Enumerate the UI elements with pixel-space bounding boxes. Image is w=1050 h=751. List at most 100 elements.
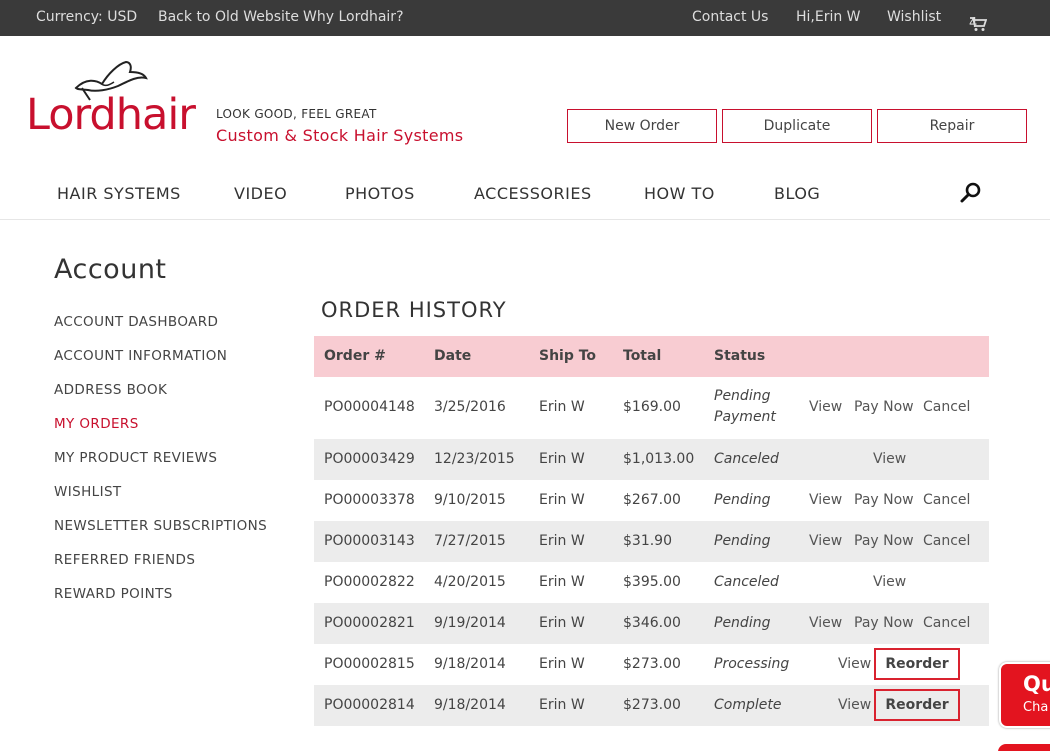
back-to-old-website-link[interactable]: Back to Old Website	[158, 9, 299, 25]
order-total: $273.00	[623, 697, 681, 713]
column-header-ship-to: Ship To	[539, 348, 597, 364]
account-greeting-link[interactable]: Hi,Erin W	[796, 9, 861, 25]
order-date: 9/18/2014	[434, 656, 506, 672]
reorder-button[interactable]: Reorder	[874, 689, 960, 721]
table-row: PO00002822 4/20/2015 Erin W $395.00 Canc…	[314, 562, 989, 603]
sidebar-item-account-dashboard[interactable]: ACCOUNT DASHBOARD	[54, 314, 218, 330]
order-total: $346.00	[623, 615, 681, 631]
pay-now-link[interactable]: Pay Now	[854, 533, 914, 549]
lordhair-logo[interactable]: Lordhair	[26, 56, 196, 151]
nav-blog[interactable]: BLOG	[774, 184, 820, 203]
order-ship-to: Erin W	[539, 656, 585, 672]
chat-widget-secondary[interactable]	[998, 744, 1050, 751]
sidebar-item-my-orders[interactable]: MY ORDERS	[54, 416, 139, 432]
order-number: PO00004148	[324, 399, 415, 415]
view-order-link[interactable]: View	[809, 492, 842, 508]
pay-now-link[interactable]: Pay Now	[854, 492, 914, 508]
nav-hair-systems[interactable]: HAIR SYSTEMS	[57, 184, 181, 203]
order-date: 12/23/2015	[434, 451, 515, 467]
sidebar-item-wishlist[interactable]: WISHLIST	[54, 484, 122, 500]
nav-accessories[interactable]: ACCESSORIES	[474, 184, 592, 203]
tagline-main: Custom & Stock Hair Systems	[216, 126, 464, 145]
view-order-link[interactable]: View	[809, 399, 842, 415]
order-status: Pending	[714, 492, 771, 508]
order-date: 4/20/2015	[434, 574, 506, 590]
chat-widget-title: Qu	[1023, 672, 1050, 696]
order-status: Pending	[714, 388, 771, 404]
order-total: $1,013.00	[623, 451, 695, 467]
nav-how-to[interactable]: HOW TO	[644, 184, 715, 203]
view-order-link[interactable]: View	[873, 451, 906, 467]
order-date: 9/18/2014	[434, 697, 506, 713]
view-order-link[interactable]: View	[809, 615, 842, 631]
column-header-total: Total	[623, 348, 662, 364]
nav-photos[interactable]: PHOTOS	[345, 184, 415, 203]
table-row: PO00004148 3/25/2016 Erin W $169.00 Pend…	[314, 377, 989, 438]
cancel-order-link[interactable]: Cancel	[923, 399, 970, 415]
cancel-order-link[interactable]: Cancel	[923, 492, 970, 508]
order-number: PO00002814	[324, 697, 415, 713]
table-row: PO00003378 9/10/2015 Erin W $267.00 Pend…	[314, 480, 989, 521]
order-date: 3/25/2016	[434, 399, 506, 415]
sidebar-item-newsletter-subscriptions[interactable]: NEWSLETTER SUBSCRIPTIONS	[54, 518, 267, 534]
column-header-date: Date	[434, 348, 472, 364]
reorder-button[interactable]: Reorder	[874, 648, 960, 680]
order-total: $267.00	[623, 492, 681, 508]
sidebar-item-reward-points[interactable]: REWARD POINTS	[54, 586, 173, 602]
sidebar-item-address-book[interactable]: ADDRESS BOOK	[54, 382, 167, 398]
nav-video[interactable]: VIDEO	[234, 184, 287, 203]
sidebar-item-account-information[interactable]: ACCOUNT INFORMATION	[54, 348, 227, 364]
order-status: Pending	[714, 533, 771, 549]
pay-now-link[interactable]: Pay Now	[854, 615, 914, 631]
order-date: 9/10/2015	[434, 492, 506, 508]
order-number: PO00002822	[324, 574, 415, 590]
new-order-button[interactable]: New Order	[567, 109, 717, 143]
repair-button[interactable]: Repair	[877, 109, 1027, 143]
order-date: 7/27/2015	[434, 533, 506, 549]
duplicate-button[interactable]: Duplicate	[722, 109, 872, 143]
view-order-link[interactable]: View	[838, 697, 871, 713]
order-status: Complete	[714, 697, 782, 713]
order-total: $31.90	[623, 533, 672, 549]
table-header: Order # Date Ship To Total Status	[314, 336, 989, 377]
sidebar-item-my-product-reviews[interactable]: MY PRODUCT REVIEWS	[54, 450, 217, 466]
order-ship-to: Erin W	[539, 533, 585, 549]
contact-us-link[interactable]: Contact Us	[692, 9, 768, 25]
order-ship-to: Erin W	[539, 615, 585, 631]
account-title: Account	[54, 254, 167, 285]
order-ship-to: Erin W	[539, 399, 585, 415]
sidebar-item-referred-friends[interactable]: REFERRED FRIENDS	[54, 552, 195, 568]
chat-widget-subtitle: Cha	[1023, 700, 1049, 715]
view-order-link[interactable]: View	[838, 656, 871, 672]
order-ship-to: Erin W	[539, 451, 585, 467]
order-status: Processing	[714, 656, 790, 672]
wishlist-link[interactable]: Wishlist	[887, 9, 941, 25]
quick-chat-widget[interactable]: Qu Cha	[999, 662, 1050, 728]
why-lordhair-link[interactable]: Why Lordhair?	[303, 9, 404, 25]
order-ship-to: Erin W	[539, 697, 585, 713]
view-order-link[interactable]: View	[809, 533, 842, 549]
view-order-link[interactable]: View	[873, 574, 906, 590]
order-history-title: ORDER HISTORY	[321, 298, 507, 322]
cancel-order-link[interactable]: Cancel	[923, 533, 970, 549]
order-date: 9/19/2014	[434, 615, 506, 631]
currency-selector[interactable]: Currency: USD	[36, 9, 137, 25]
table-row: PO00003143 7/27/2015 Erin W $31.90 Pendi…	[314, 521, 989, 562]
order-number: PO00002815	[324, 656, 415, 672]
table-row: PO00002814 9/18/2014 Erin W $273.00 Comp…	[314, 685, 989, 726]
search-icon[interactable]	[959, 181, 983, 209]
column-header-order: Order #	[324, 348, 386, 364]
nav-divider	[0, 219, 1050, 220]
order-number: PO00003429	[324, 451, 415, 467]
top-bar: Currency: USD Back to Old Website Why Lo…	[0, 0, 1050, 36]
order-total: $395.00	[623, 574, 681, 590]
order-total: $169.00	[623, 399, 681, 415]
order-total: $273.00	[623, 656, 681, 672]
cancel-order-link[interactable]: Cancel	[923, 615, 970, 631]
pay-now-link[interactable]: Pay Now	[854, 399, 914, 415]
order-status: Pending	[714, 615, 771, 631]
order-number: PO00002821	[324, 615, 415, 631]
table-row: PO00002821 9/19/2014 Erin W $346.00 Pend…	[314, 603, 989, 644]
tagline-small: LOOK GOOD, FEEL GREAT	[216, 107, 377, 121]
logo-wordmark: Lordhair	[26, 90, 196, 140]
